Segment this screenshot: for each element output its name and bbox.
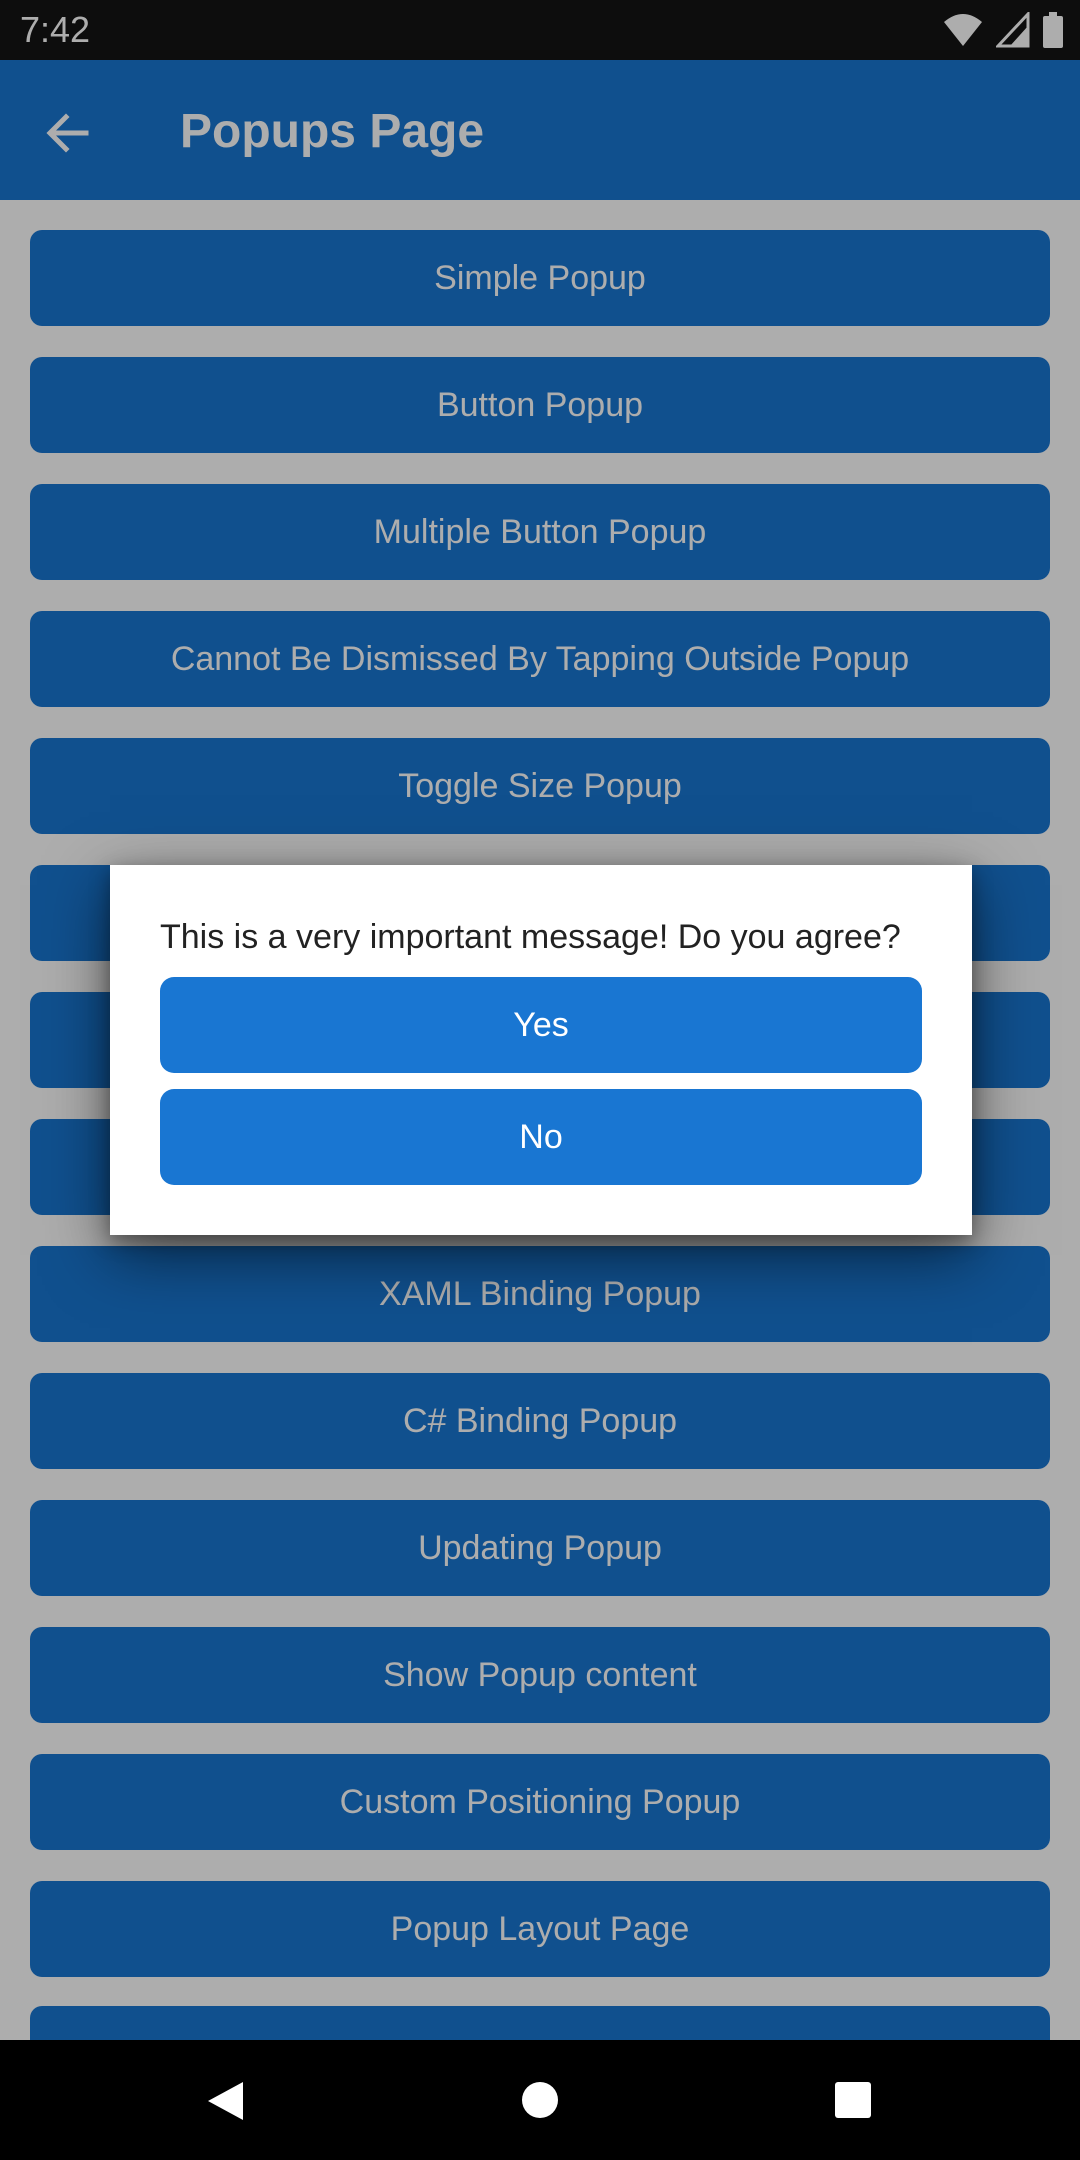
recents-square-icon[interactable] bbox=[833, 2080, 873, 2120]
no-button[interactable]: No bbox=[160, 1089, 922, 1185]
confirm-popup: This is a very important message! Do you… bbox=[110, 865, 972, 1235]
home-circle-icon[interactable] bbox=[520, 2080, 560, 2120]
back-triangle-icon[interactable] bbox=[205, 2080, 245, 2122]
navigation-bar bbox=[0, 2040, 1080, 2160]
yes-button[interactable]: Yes bbox=[160, 977, 922, 1073]
popup-message: This is a very important message! Do you… bbox=[160, 918, 901, 956]
